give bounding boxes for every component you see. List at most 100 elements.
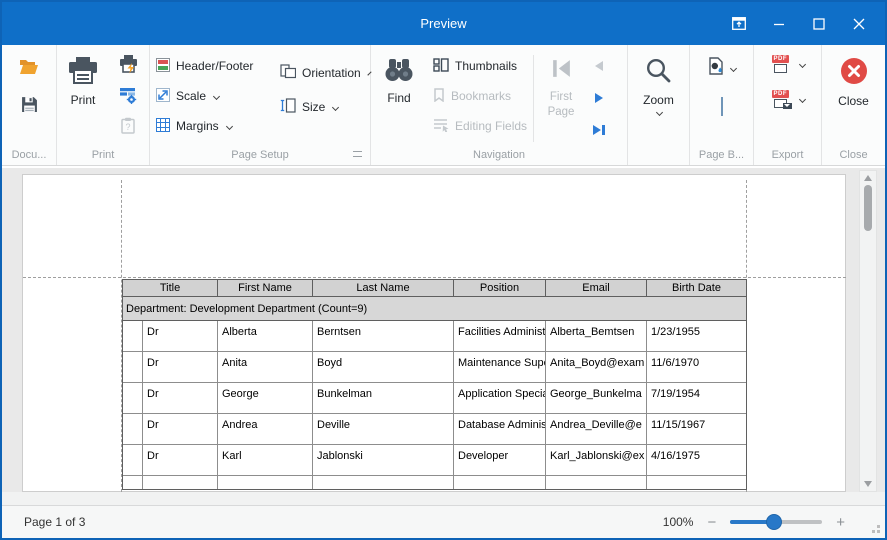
cell: George_Bunkelma <box>546 383 647 414</box>
cell: Facilities Administr <box>454 321 546 352</box>
zoom-in-button[interactable]: + <box>836 514 845 531</box>
cell: Alberta_Bemtsen <box>546 321 647 352</box>
indent-cell <box>123 383 143 414</box>
header-footer-icon <box>156 57 170 75</box>
document-preview-area[interactable]: Title First Name Last Name Position Emai… <box>2 168 885 505</box>
cell: Anita <box>218 352 313 383</box>
minimize-icon[interactable] <box>759 2 799 45</box>
group-label-close: Close <box>839 148 868 161</box>
find-button[interactable]: Find <box>371 51 427 144</box>
cell <box>546 476 647 489</box>
indent-cell <box>123 414 143 445</box>
binoculars-icon <box>384 57 414 85</box>
size-button[interactable]: Size <box>274 95 370 119</box>
group-label-print: Print <box>91 148 115 161</box>
pdf-badge: PDF <box>771 55 789 63</box>
cell <box>313 476 454 489</box>
print-options-icon[interactable] <box>119 87 137 109</box>
page-setup-label-text: Page Setup <box>231 148 289 161</box>
export-pdf-icon: PDF <box>771 55 792 74</box>
watermark-button[interactable] <box>720 97 723 116</box>
save-document-icon[interactable] <box>21 96 38 118</box>
chevron-down-icon <box>798 60 806 69</box>
cell: Deville <box>313 414 454 445</box>
send-pdf-email-icon: PDF <box>771 90 792 109</box>
chevron-down-icon <box>655 108 664 117</box>
cell: Karl_Jablonski@ex <box>546 445 647 476</box>
chevron-down-icon <box>729 64 738 73</box>
resize-grip[interactable] <box>877 530 880 533</box>
group-label-navigation: Navigation <box>473 148 525 161</box>
orientation-button[interactable]: Orientation <box>274 61 372 85</box>
cell: Bunkelman <box>313 383 454 414</box>
cell: 11/6/1970 <box>647 352 746 383</box>
scroll-down-icon[interactable] <box>864 481 872 487</box>
page-setup-dialog-launcher[interactable] <box>353 151 362 157</box>
group-label-zoom <box>628 144 689 165</box>
scale-button[interactable]: Scale <box>150 81 274 111</box>
column-header: Last Name <box>313 280 454 296</box>
header-footer-button[interactable]: Header/Footer <box>150 51 274 81</box>
horizontal-scrollbar[interactable] <box>2 492 885 505</box>
column-header: Email <box>546 280 647 296</box>
editing-fields-button: Editing Fields <box>427 111 529 141</box>
print-button[interactable]: Print <box>57 51 109 144</box>
header-footer-label: Header/Footer <box>176 59 254 73</box>
send-email-button[interactable]: PDF <box>771 90 806 109</box>
divider <box>533 55 534 142</box>
zoom-out-button[interactable]: − <box>707 514 716 531</box>
cell: Jablonski <box>313 445 454 476</box>
titlebar-buttons <box>719 2 879 45</box>
cell: Berntsen <box>313 321 454 352</box>
scale-icon <box>156 87 170 105</box>
chevron-down-icon <box>225 122 233 130</box>
close-button-label: Close <box>838 94 869 108</box>
next-page-icon[interactable] <box>593 91 605 109</box>
preview-window: Preview Docu... Print ? Print Header/Foo… <box>0 0 887 540</box>
maximize-icon[interactable] <box>799 2 839 45</box>
watermark-icon <box>720 97 723 116</box>
indent-cell <box>123 476 143 489</box>
column-header: Position <box>454 280 546 296</box>
close-window-icon[interactable] <box>839 2 879 45</box>
close-preview-button[interactable]: Close <box>838 51 869 144</box>
vertical-scrollbar[interactable] <box>859 170 877 492</box>
orientation-icon <box>280 64 297 82</box>
cell: Dr <box>143 414 218 445</box>
group-print: Print ? Print <box>57 45 150 165</box>
margins-label: Margins <box>176 119 219 133</box>
printer-icon <box>68 57 98 87</box>
pdf-box <box>773 64 787 73</box>
cell: Dr <box>143 383 218 414</box>
cell: Maintenance Supe <box>454 352 546 383</box>
cell: Alberta <box>218 321 313 352</box>
open-document-icon[interactable] <box>19 59 39 80</box>
scale-label: Scale <box>176 89 207 103</box>
cell: 1/23/1955 <box>647 321 746 352</box>
zoom-slider-thumb[interactable] <box>766 514 783 530</box>
page-color-icon <box>707 57 725 80</box>
first-page-button: First Page <box>538 51 584 144</box>
first-page-label: First Page <box>547 91 575 118</box>
cell: Developer <box>454 445 546 476</box>
scrollbar-thumb[interactable] <box>864 185 872 231</box>
page-color-button[interactable] <box>707 57 738 80</box>
page-indicator: Page 1 of 3 <box>24 515 86 529</box>
group-close: Close Close <box>822 45 885 165</box>
table-row: Dr Andrea Deville Database Administ Andr… <box>123 414 746 445</box>
quick-print-icon[interactable] <box>119 55 138 79</box>
table-row: Dr Alberta Berntsen Facilities Administr… <box>123 321 746 352</box>
scroll-up-icon[interactable] <box>864 175 872 181</box>
zoom-label: Zoom <box>643 93 674 107</box>
cell: Boyd <box>313 352 454 383</box>
indent-cell <box>123 445 143 476</box>
zoom-button[interactable]: Zoom <box>643 51 674 144</box>
zoom-slider[interactable] <box>730 514 823 530</box>
popup-window-icon[interactable] <box>719 2 759 45</box>
export-document-button[interactable]: PDF <box>771 55 806 74</box>
cell: George <box>218 383 313 414</box>
margins-button[interactable]: Margins <box>150 111 274 141</box>
last-page-icon[interactable] <box>592 123 606 141</box>
zoom-percentage: 100% <box>662 515 694 529</box>
thumbnails-button[interactable]: Thumbnails <box>427 51 529 81</box>
